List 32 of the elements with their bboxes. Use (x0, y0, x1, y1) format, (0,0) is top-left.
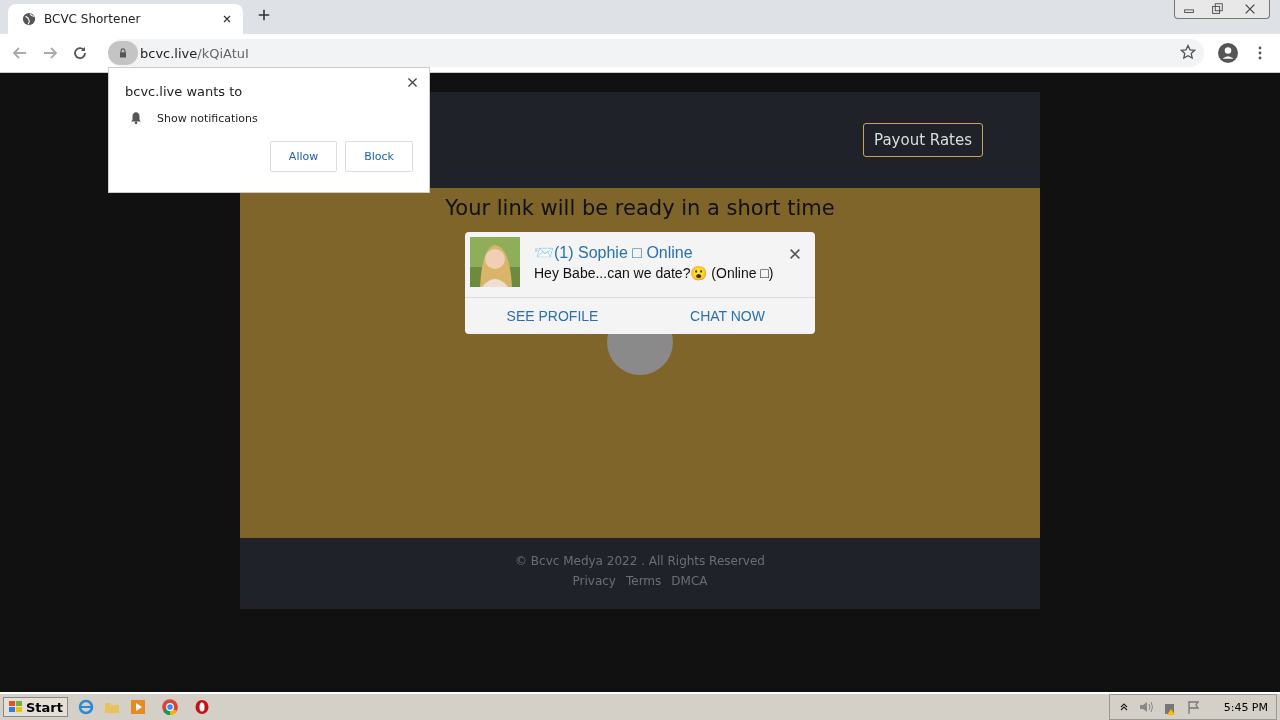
account-icon[interactable] (1218, 43, 1238, 63)
page-heading: Your link will be ready in a short time (445, 196, 835, 220)
close-icon[interactable] (788, 247, 802, 261)
media-player-icon[interactable] (130, 699, 146, 715)
permission-label: Show notifications (157, 111, 258, 125)
globe-icon (22, 12, 36, 26)
url-host: bcvc.live (140, 45, 198, 61)
clock[interactable]: 5:45 PM (1223, 700, 1268, 714)
prompt-button[interactable]: Allow (269, 141, 338, 172)
url-path: /kQiAtuI (197, 45, 249, 61)
notification-action[interactable]: CHAT NOW (640, 298, 815, 334)
notification-message: Hey Babe...can we date?😮 (Online □) (534, 265, 774, 281)
flag-icon[interactable] (1185, 699, 1202, 715)
prompt-title: bcvc.live wants to (125, 84, 244, 99)
close-icon[interactable] (406, 76, 419, 89)
star-icon[interactable] (1180, 43, 1196, 60)
address-bar[interactable]: bcvc.live/kQiAtuI (108, 39, 1204, 67)
payout-rates-button[interactable]: Payout Rates (863, 123, 983, 157)
windows-logo-icon (8, 699, 24, 715)
tab-title: BCVC Shortener (44, 12, 142, 26)
notification-action[interactable]: SEE PROFILE (465, 298, 640, 334)
notification-title: 📨(1) Sophie □ Online (534, 243, 694, 262)
opera-icon[interactable] (194, 699, 210, 715)
browser-tab[interactable]: BCVC Shortener (8, 4, 243, 34)
bell-icon (129, 111, 143, 125)
copyright-text: © Bcvc Medya 2022 . All Rights Reserved (515, 554, 765, 568)
prompt-button[interactable]: Block (345, 141, 413, 172)
plus-icon[interactable] (257, 8, 271, 22)
start-button[interactable]: Start (3, 697, 68, 717)
reload-icon[interactable] (72, 45, 88, 61)
close-icon[interactable] (221, 13, 233, 25)
lock-icon (117, 47, 129, 59)
